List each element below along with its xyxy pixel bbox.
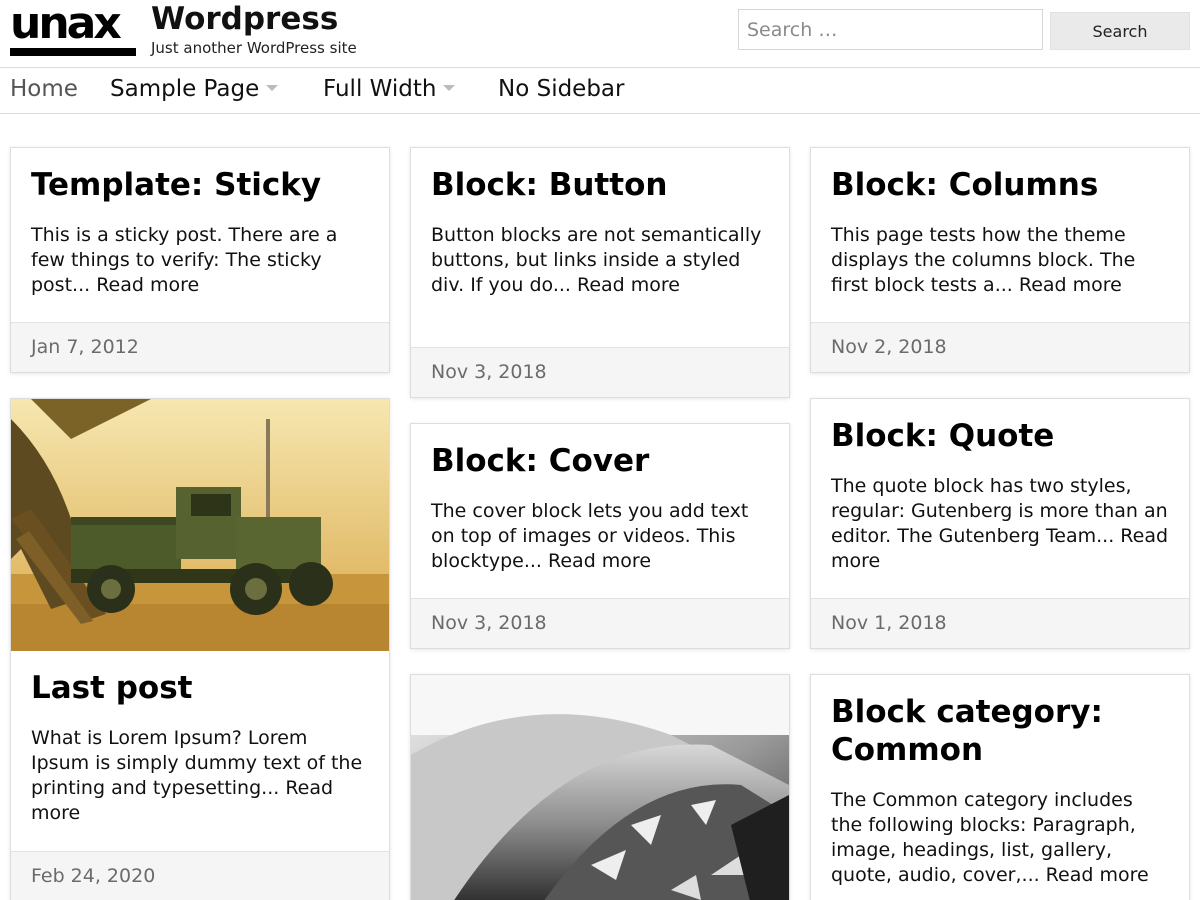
- nav-item-label: Sample Page: [110, 76, 260, 102]
- post-card: Block category: Common The Common catego…: [810, 674, 1190, 900]
- search-button[interactable]: Search: [1050, 12, 1190, 50]
- post-thumbnail-truck[interactable]: [11, 399, 389, 651]
- main-navigation: Home Sample Page Full Width No Sidebar: [0, 68, 1200, 114]
- post-card: Block: Columns This page tests how the t…: [810, 147, 1190, 373]
- post-date: Feb 24, 2020: [11, 851, 389, 900]
- chevron-down-icon: [266, 84, 279, 91]
- post-title[interactable]: Block: Quote: [831, 417, 1169, 455]
- post-date: Nov 3, 2018: [411, 598, 789, 648]
- nav-item-label: No Sidebar: [498, 76, 625, 102]
- logo-text: unax: [10, 0, 122, 49]
- post-title[interactable]: Block: Cover: [431, 442, 769, 480]
- post-excerpt: Button blocks are not semantically butto…: [431, 224, 762, 296]
- post-excerpt: This page tests how the theme displays t…: [831, 224, 1136, 296]
- search-input[interactable]: [738, 9, 1043, 50]
- post-date: Nov 1, 2018: [811, 598, 1189, 648]
- nav-item-no-sidebar[interactable]: No Sidebar: [498, 74, 624, 104]
- post-excerpt: The cover block lets you add text on top…: [431, 500, 749, 572]
- post-date: Nov 2, 2018: [811, 322, 1189, 372]
- post-card: Block: Quote The quote block has two sty…: [810, 398, 1190, 649]
- chevron-down-icon: [443, 84, 456, 91]
- post-excerpt: This is a sticky post. There are a few t…: [31, 224, 338, 296]
- site-tagline: Just another WordPress site: [151, 39, 357, 57]
- post-card: Block: Button Button blocks are not sema…: [410, 147, 790, 398]
- nav-item-home[interactable]: Home: [10, 74, 78, 104]
- post-title[interactable]: Last post: [31, 669, 369, 707]
- post-card: Last post What is Lorem Ipsum? Lorem Ips…: [10, 398, 390, 900]
- post-title[interactable]: Template: Sticky: [31, 166, 369, 204]
- site-title[interactable]: Wordpress: [151, 0, 338, 38]
- nav-item-label: Home: [10, 76, 78, 102]
- post-excerpt: What is Lorem Ipsum? Lorem Ipsum is simp…: [31, 727, 363, 824]
- site-header: unax Wordpress Just another WordPress si…: [0, 0, 1200, 68]
- nav-item-full-width[interactable]: Full Width: [323, 74, 456, 104]
- post-card: Template: Sticky This is a sticky post. …: [10, 147, 390, 373]
- post-excerpt: The quote block has two styles, regular:…: [831, 475, 1169, 572]
- post-thumbnail-grayscale[interactable]: [411, 675, 789, 900]
- post-card: Block: Cover The cover block lets you ad…: [410, 423, 790, 649]
- post-title[interactable]: Block: Columns: [831, 166, 1169, 204]
- post-card: [410, 674, 790, 900]
- logo-underline: [10, 48, 136, 56]
- nav-item-sample-page[interactable]: Sample Page: [110, 74, 279, 104]
- post-date: Nov 3, 2018: [411, 347, 789, 397]
- site-logo[interactable]: unax: [10, 0, 136, 56]
- post-title[interactable]: Block category: Common: [831, 693, 1169, 769]
- post-date: Jan 7, 2012: [11, 322, 389, 372]
- post-excerpt: The Common category includes the followi…: [831, 789, 1149, 886]
- post-title[interactable]: Block: Button: [431, 166, 769, 204]
- nav-item-label: Full Width: [323, 76, 437, 102]
